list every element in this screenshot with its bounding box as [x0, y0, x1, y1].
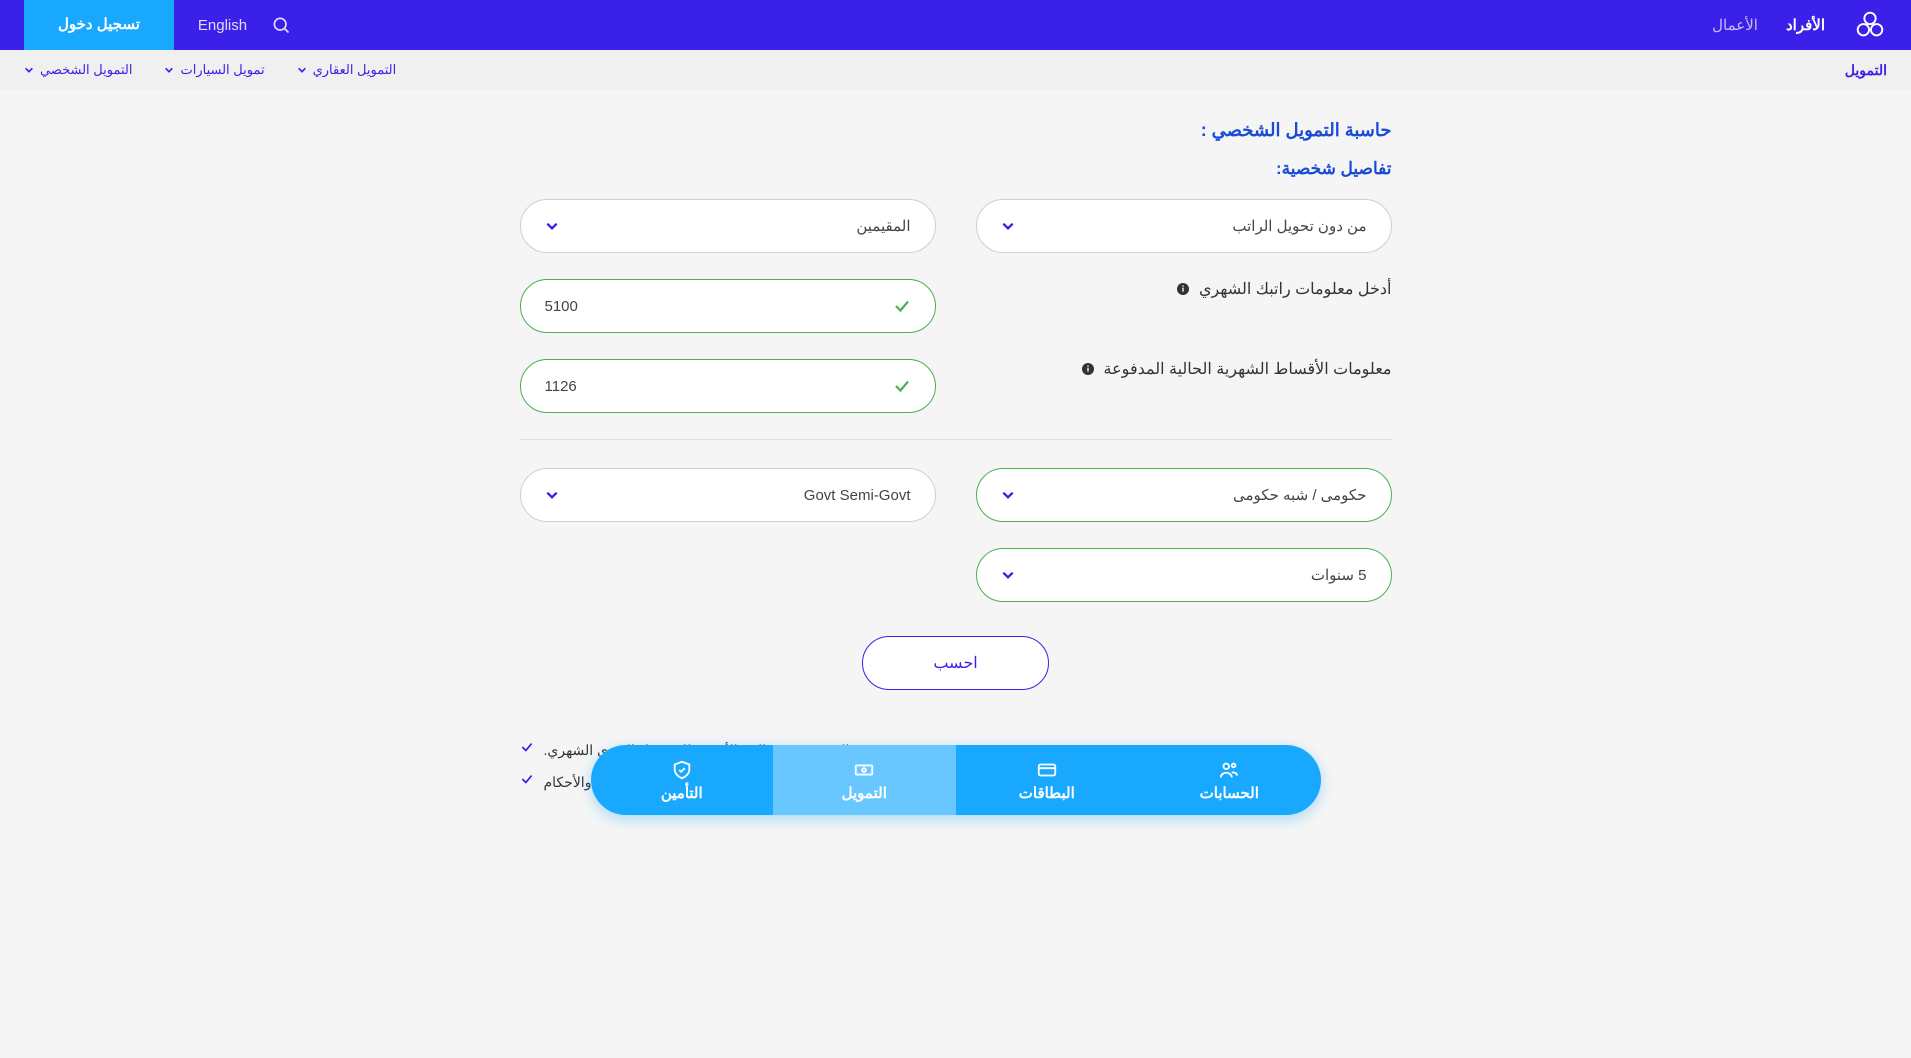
chevron-down-icon — [1001, 219, 1015, 233]
dd-real-estate[interactable]: التمويل العقاري — [297, 62, 397, 78]
info-icon[interactable] — [1175, 281, 1191, 297]
brand-logo[interactable] — [1853, 8, 1887, 42]
chevron-down-icon — [545, 488, 559, 502]
second-bar: التمويل التمويل العقاري تمويل السيارات ا… — [0, 50, 1911, 90]
form-row: من دون تحويل الراتب المقيمين — [520, 199, 1392, 253]
nav-label: البطاقات — [1019, 784, 1075, 802]
check-icon — [520, 740, 534, 754]
chevron-down-icon — [164, 65, 174, 75]
nav-financing[interactable]: التمويل — [773, 745, 956, 815]
topbar-right-group: الأفراد الأعمال — [1712, 8, 1887, 42]
chevron-down-icon — [1001, 568, 1015, 582]
chevron-down-icon — [24, 65, 34, 75]
chevron-down-icon — [545, 219, 559, 233]
dd-auto-finance[interactable]: تمويل السيارات — [164, 62, 264, 78]
card-icon — [1036, 759, 1058, 781]
sector-en-select[interactable]: Govt Semi-Govt — [520, 468, 936, 522]
check-icon — [893, 297, 911, 315]
secondbar-links: التمويل العقاري تمويل السيارات التمويل ا… — [24, 62, 396, 78]
main-content: حاسبة التمويل الشخصي : تفاصيل شخصية: من … — [496, 90, 1416, 1058]
language-toggle[interactable]: English — [198, 17, 247, 34]
salary-transfer-select[interactable]: من دون تحويل الراتب — [976, 199, 1392, 253]
select-value: حكومى / شبه حكومى — [1233, 486, 1367, 504]
check-icon — [520, 772, 534, 786]
select-value: 5 سنوات — [1311, 566, 1367, 584]
sector-ar-select[interactable]: حكومى / شبه حكومى — [976, 468, 1392, 522]
monthly-salary-input-wrap[interactable] — [520, 279, 936, 333]
topbar-left-group: English تسجيل دخول — [24, 0, 291, 50]
form-row: 5 سنوات — [520, 548, 1392, 602]
dd-personal-finance[interactable]: التمويل الشخصي — [24, 62, 132, 78]
tenure-select[interactable]: 5 سنوات — [976, 548, 1392, 602]
residency-select[interactable]: المقيمين — [520, 199, 936, 253]
nav-label: التأمين — [661, 784, 703, 802]
nav-accounts[interactable]: الحسابات — [1138, 745, 1321, 815]
installments-label: معلومات الأقساط الشهرية الحالية المدفوعة — [976, 359, 1392, 379]
select-value: Govt Semi-Govt — [804, 487, 911, 504]
info-icon[interactable] — [1080, 361, 1096, 377]
nav-label: التمويل — [842, 784, 887, 802]
check-icon — [893, 377, 911, 395]
monthly-salary-label: أدخل معلومات راتبك الشهري — [976, 279, 1392, 299]
monthly-salary-input[interactable] — [545, 298, 883, 315]
calculate-button[interactable]: احسب — [862, 636, 1048, 690]
form-row: معلومات الأقساط الشهرية الحالية المدفوعة — [520, 359, 1392, 413]
section-title-financing[interactable]: التمويل — [1845, 62, 1887, 79]
dd-label: التمويل العقاري — [313, 62, 397, 78]
nav-label: الحسابات — [1200, 784, 1259, 802]
select-value: المقيمين — [856, 217, 910, 235]
label-text: معلومات الأقساط الشهرية الحالية المدفوعة — [1104, 359, 1392, 379]
search-icon[interactable] — [271, 15, 291, 35]
chevron-down-icon — [297, 65, 307, 75]
installments-input[interactable] — [545, 378, 883, 395]
label-text: أدخل معلومات راتبك الشهري — [1199, 279, 1392, 299]
shield-icon — [671, 759, 693, 781]
top-bar: الأفراد الأعمال English تسجيل دخول — [0, 0, 1911, 50]
installments-input-wrap[interactable] — [520, 359, 936, 413]
nav-cards[interactable]: البطاقات — [956, 745, 1139, 815]
nav-business[interactable]: الأعمال — [1712, 16, 1758, 34]
nav-individuals[interactable]: الأفراد — [1786, 16, 1825, 34]
accounts-icon — [1218, 759, 1240, 781]
chevron-down-icon — [1001, 488, 1015, 502]
form-row: أدخل معلومات راتبك الشهري — [520, 279, 1392, 333]
nav-insurance[interactable]: التأمين — [591, 745, 774, 815]
divider — [520, 439, 1392, 440]
calc-button-wrap: احسب — [520, 636, 1392, 690]
bottom-navigation: الحسابات البطاقات التمويل التأمين — [591, 745, 1321, 815]
login-button[interactable]: تسجيل دخول — [24, 0, 174, 50]
select-value: من دون تحويل الراتب — [1232, 217, 1366, 235]
calculator-title: حاسبة التمويل الشخصي : — [520, 120, 1392, 141]
form-row: حكومى / شبه حكومى Govt Semi-Govt — [520, 468, 1392, 522]
dd-label: التمويل الشخصي — [40, 62, 132, 78]
money-icon — [853, 759, 875, 781]
personal-details-heading: تفاصيل شخصية: — [520, 159, 1392, 179]
logo-icon — [1853, 8, 1887, 42]
dd-label: تمويل السيارات — [180, 62, 264, 78]
